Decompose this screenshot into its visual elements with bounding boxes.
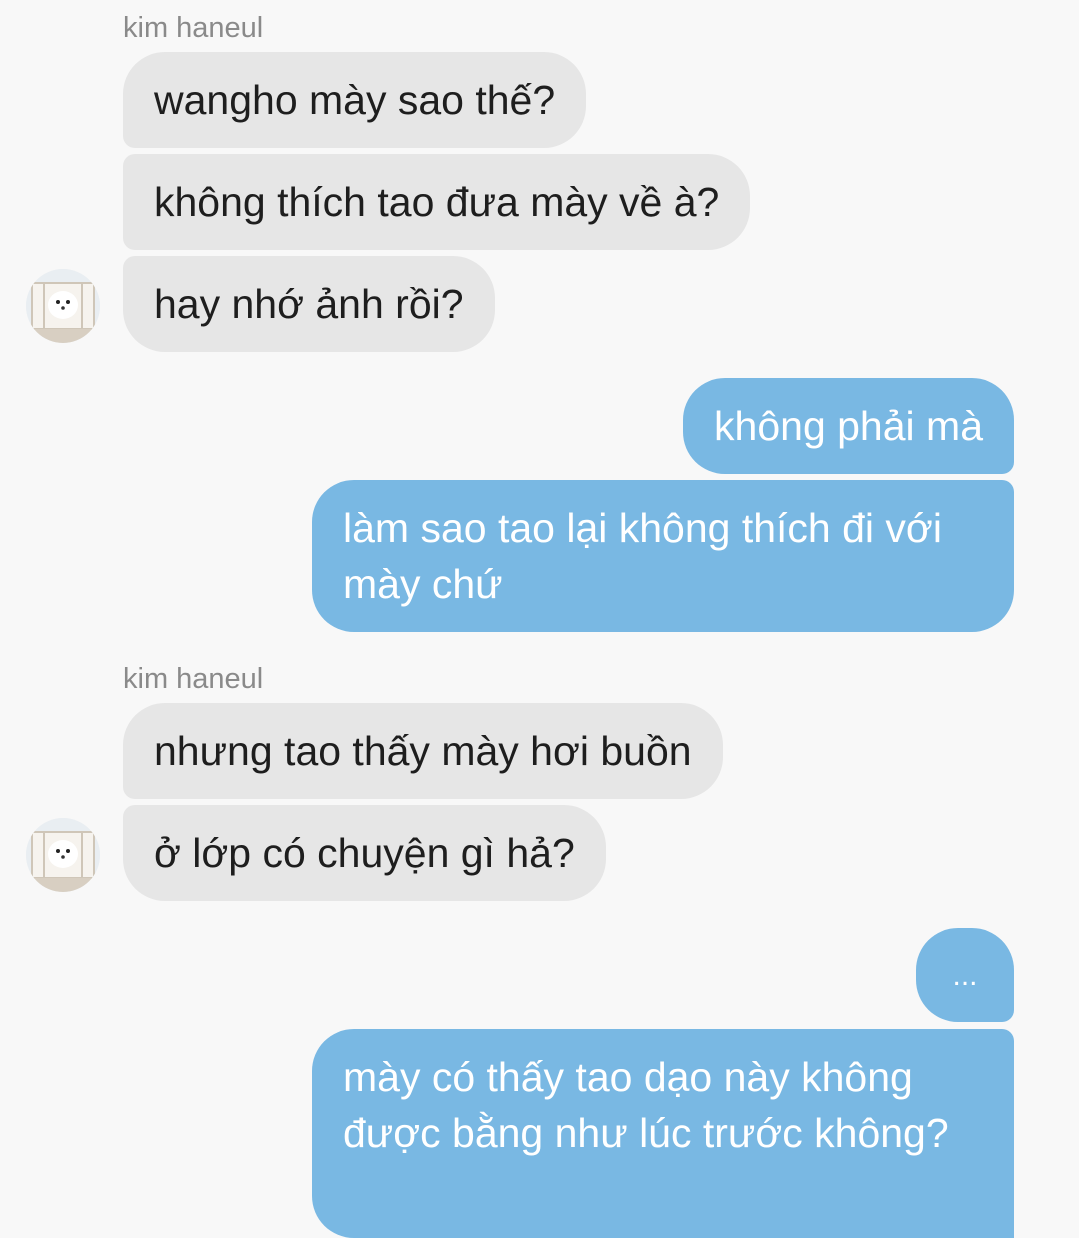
sender-name: kim haneul [123,663,264,695]
outgoing-message-bubble[interactable]: làm sao tao lại không thích đi với mày c… [312,480,1014,632]
outgoing-message-bubble[interactable]: không phải mà [683,378,1014,474]
sender-name: kim haneul [123,12,264,44]
incoming-message-bubble[interactable]: nhưng tao thấy mày hơi buồn [123,703,723,799]
incoming-message-bubble[interactable]: ở lớp có chuyện gì hả? [123,805,606,901]
sender-avatar[interactable] [26,269,100,343]
outgoing-message-bubble[interactable]: mày có thấy tao dạo này không được bằng … [312,1029,1014,1238]
incoming-message-bubble[interactable]: không thích tao đưa mày về à? [123,154,751,250]
dog-photo-avatar-icon [26,269,100,343]
incoming-message-bubble[interactable]: wangho mày sao thế? [123,52,587,148]
incoming-message-bubble[interactable]: hay nhớ ảnh rồi? [123,256,495,352]
outgoing-message-bubble[interactable]: ... [916,928,1014,1022]
sender-avatar[interactable] [26,818,100,892]
dog-photo-avatar-icon [26,818,100,892]
